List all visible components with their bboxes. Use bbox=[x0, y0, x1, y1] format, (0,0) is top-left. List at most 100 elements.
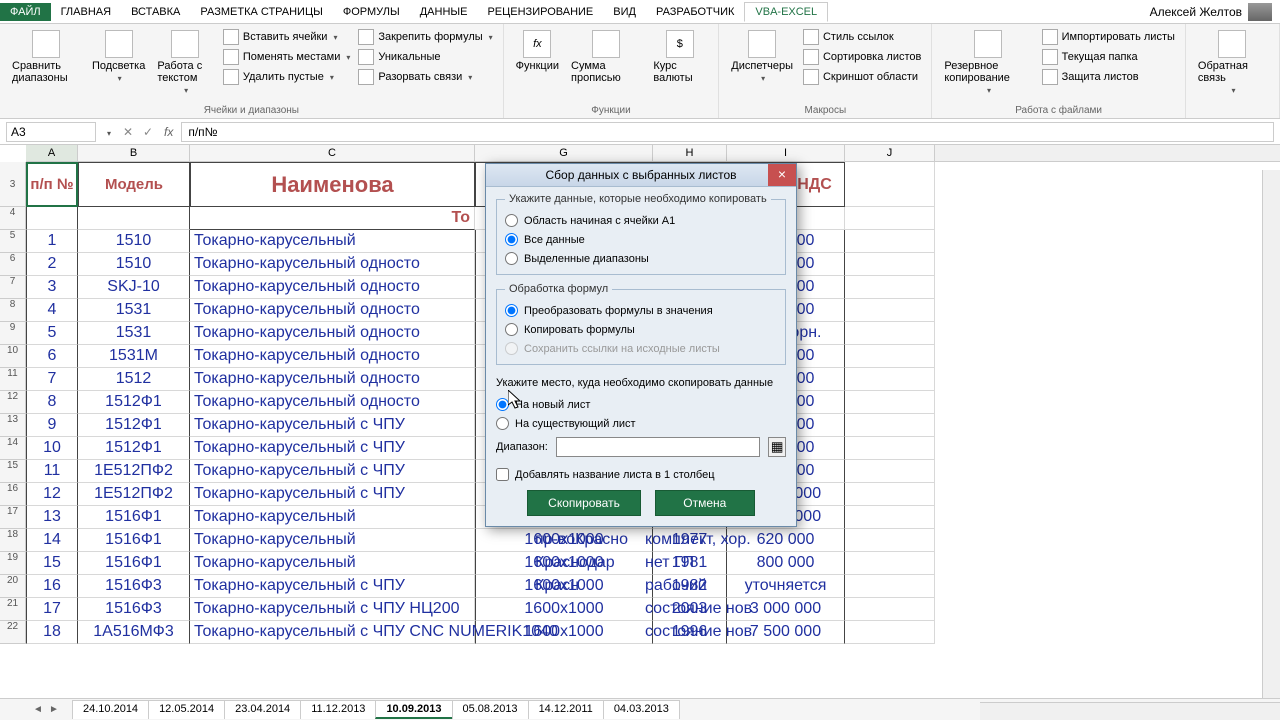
cell[interactable]: Токарно-карусельный с ЧПУ CNC NUMERIK104… bbox=[190, 621, 475, 644]
freeze-formulas[interactable]: Закрепить формулы bbox=[354, 28, 496, 46]
cell[interactable]: Токарно-карусельныйКраснодарнет ГП bbox=[190, 552, 475, 575]
cell[interactable]: Токарно-карусельный односто bbox=[190, 391, 475, 414]
cell[interactable]: Токарно-карусельный с ЧПУ bbox=[190, 437, 475, 460]
highlight[interactable]: Подсветка bbox=[86, 26, 151, 116]
cell[interactable]: 1600x1000 bbox=[475, 598, 653, 621]
cell[interactable]: 1531 bbox=[78, 322, 190, 345]
cell[interactable]: 1516Ф1 bbox=[78, 529, 190, 552]
feedback[interactable]: Обратная связь bbox=[1192, 26, 1273, 116]
namebox-dropdown[interactable] bbox=[100, 125, 116, 139]
cell[interactable] bbox=[78, 207, 190, 230]
row-header[interactable]: 5 bbox=[0, 230, 26, 253]
col-header[interactable]: B bbox=[78, 145, 190, 161]
row-header[interactable]: 16 bbox=[0, 483, 26, 506]
cell[interactable]: SKJ-10 bbox=[78, 276, 190, 299]
cell[interactable]: 5 bbox=[26, 322, 78, 345]
cell[interactable]: Токарно-карусельный односто bbox=[190, 276, 475, 299]
accept-formula[interactable]: ✓ bbox=[140, 125, 156, 139]
cell[interactable] bbox=[845, 207, 935, 230]
cell[interactable]: Наименова bbox=[190, 162, 475, 207]
opt-all-data[interactable]: Все данные bbox=[505, 230, 777, 249]
cancel-formula[interactable]: ✕ bbox=[120, 125, 136, 139]
user-account[interactable]: Алексей Желтов bbox=[1142, 3, 1280, 21]
cell[interactable] bbox=[845, 529, 935, 552]
cell[interactable]: 8 bbox=[26, 391, 78, 414]
cell[interactable] bbox=[845, 322, 935, 345]
tab-разработчик[interactable]: РАЗРАБОТЧИК bbox=[646, 3, 744, 21]
dispatchers[interactable]: Диспетчеры bbox=[725, 26, 799, 116]
cell[interactable]: Токарно-карусельный односто bbox=[190, 345, 475, 368]
col-header[interactable]: C bbox=[190, 145, 475, 161]
sheet-nav-prev[interactable]: ◄ bbox=[30, 704, 46, 715]
range-input[interactable] bbox=[556, 437, 760, 457]
screenshot[interactable]: Скриншот области bbox=[799, 68, 925, 86]
sheet-tab[interactable]: 12.05.2014 bbox=[148, 700, 225, 719]
range-picker-icon[interactable]: ▦ bbox=[768, 437, 786, 457]
cell[interactable] bbox=[845, 276, 935, 299]
cell[interactable] bbox=[845, 506, 935, 529]
cell[interactable]: 1512Ф1 bbox=[78, 391, 190, 414]
col-header[interactable]: J bbox=[845, 145, 935, 161]
cell[interactable] bbox=[845, 552, 935, 575]
cell[interactable]: 6 bbox=[26, 345, 78, 368]
cell[interactable]: Токарно-карусельныйпр-воКраснобез эксплу… bbox=[190, 506, 475, 529]
cell[interactable] bbox=[26, 207, 78, 230]
cell[interactable]: Токарно-карусельный односто bbox=[190, 322, 475, 345]
cell[interactable] bbox=[845, 437, 935, 460]
row-header[interactable]: 6 bbox=[0, 253, 26, 276]
cell[interactable]: То bbox=[190, 207, 475, 230]
cell[interactable]: 3 bbox=[26, 276, 78, 299]
row-header[interactable]: 20 bbox=[0, 575, 26, 598]
row-header[interactable]: 19 bbox=[0, 552, 26, 575]
row-header[interactable]: 10 bbox=[0, 345, 26, 368]
tab-рецензирование[interactable]: РЕЦЕНЗИРОВАНИЕ bbox=[477, 3, 603, 21]
opt-selected-ranges[interactable]: Выделенные диапазоны bbox=[505, 249, 777, 268]
cell[interactable]: 1516Ф3 bbox=[78, 598, 190, 621]
cell[interactable]: 16 bbox=[26, 575, 78, 598]
sheet-tab[interactable]: 24.10.2014 bbox=[72, 700, 149, 719]
current-folder[interactable]: Текущая папка bbox=[1038, 48, 1179, 66]
sheet-nav-next[interactable]: ► bbox=[46, 704, 62, 715]
cell[interactable]: 7 bbox=[26, 368, 78, 391]
cell[interactable]: Токарно-карусельный с ЧПУ НЦ200состояние… bbox=[190, 598, 475, 621]
col-header[interactable]: A bbox=[26, 145, 78, 161]
backup[interactable]: Резервное копирование bbox=[938, 26, 1037, 116]
cell[interactable]: 1510 bbox=[78, 253, 190, 276]
sheet-tab[interactable]: 14.12.2011 bbox=[528, 700, 604, 719]
unique[interactable]: Уникальные bbox=[354, 48, 496, 66]
opt-new-sheet[interactable]: На новый лист bbox=[496, 395, 786, 414]
cell[interactable]: п/п № bbox=[26, 162, 78, 207]
col-header[interactable]: H bbox=[653, 145, 727, 161]
cell[interactable]: 4 bbox=[26, 299, 78, 322]
link-style[interactable]: Стиль ссылок bbox=[799, 28, 925, 46]
cell[interactable]: 1512 bbox=[78, 368, 190, 391]
cell[interactable]: Токарно-карусельный с ЧПУКраснрабочий bbox=[190, 575, 475, 598]
tab-данные[interactable]: ДАННЫЕ bbox=[410, 3, 478, 21]
cell[interactable] bbox=[845, 483, 935, 506]
cell[interactable]: 1531 bbox=[78, 299, 190, 322]
sheet-tab[interactable]: 10.09.2013 bbox=[375, 700, 452, 719]
swap-places[interactable]: Поменять местами bbox=[219, 48, 355, 66]
import-sheets[interactable]: Импортировать листы bbox=[1038, 28, 1179, 46]
tab-главная[interactable]: ГЛАВНАЯ bbox=[51, 3, 121, 21]
currency-rate[interactable]: $Курс валюты bbox=[647, 26, 712, 116]
sheet-tab[interactable]: 23.04.2014 bbox=[224, 700, 301, 719]
row-header[interactable]: 12 bbox=[0, 391, 26, 414]
tab-вид[interactable]: ВИД bbox=[603, 3, 646, 21]
chk-add-sheetname[interactable]: Добавлять название листа в 1 столбец bbox=[496, 465, 786, 484]
cell[interactable] bbox=[845, 460, 935, 483]
functions[interactable]: fxФункции bbox=[510, 26, 565, 116]
cell[interactable]: 2 bbox=[26, 253, 78, 276]
cell[interactable]: 1512Ф1 bbox=[78, 437, 190, 460]
cell[interactable]: Модель bbox=[78, 162, 190, 207]
cell[interactable] bbox=[845, 391, 935, 414]
cell[interactable]: Токарно-карусельный односто bbox=[190, 299, 475, 322]
opt-to-values[interactable]: Преобразовать формулы в значения bbox=[505, 301, 777, 320]
break-links[interactable]: Разорвать связи bbox=[354, 68, 496, 86]
cell[interactable]: 1510 bbox=[78, 230, 190, 253]
tab-file[interactable]: ФАЙЛ bbox=[0, 3, 51, 21]
cell[interactable] bbox=[845, 368, 935, 391]
vertical-scrollbar[interactable] bbox=[1262, 170, 1280, 698]
cell[interactable]: 1Е512ПФ2 bbox=[78, 483, 190, 506]
row-header[interactable]: 15 bbox=[0, 460, 26, 483]
